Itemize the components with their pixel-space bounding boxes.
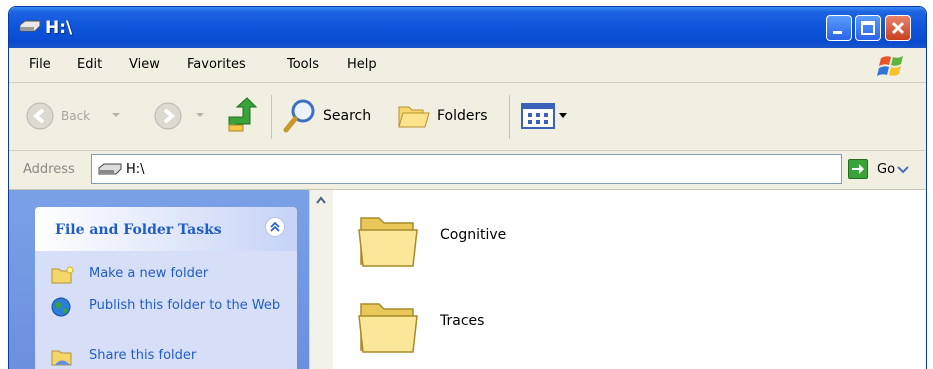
menu-tools[interactable]: Tools bbox=[287, 57, 319, 72]
drive-icon bbox=[19, 20, 41, 32]
address-dropdown-icon[interactable] bbox=[895, 162, 911, 178]
menu-help[interactable]: Help bbox=[347, 57, 377, 72]
task-label: Make a new folder bbox=[89, 266, 209, 281]
toolbar-separator bbox=[271, 95, 272, 139]
forward-arrow-icon[interactable] bbox=[153, 101, 183, 131]
close-button[interactable] bbox=[885, 15, 911, 41]
drive-icon bbox=[98, 163, 122, 175]
folder-name[interactable]: Traces bbox=[440, 313, 484, 329]
globe-icon bbox=[51, 297, 71, 317]
address-bar: Address H:\ Go bbox=[9, 151, 926, 190]
maximize-icon bbox=[861, 21, 875, 35]
views-dropdown-icon[interactable] bbox=[559, 113, 567, 119]
menu-bar: File Edit View Favorites Tools Help bbox=[9, 48, 926, 83]
task-label: Publish this folder to the Web bbox=[89, 298, 281, 313]
forward-dropdown-icon[interactable] bbox=[195, 111, 205, 119]
views-icon[interactable] bbox=[521, 103, 555, 129]
folder-name[interactable]: Cognitive bbox=[440, 227, 506, 243]
explorer-window: H:\ File Edit View Favorites Tools Help … bbox=[8, 6, 927, 369]
menu-edit[interactable]: Edit bbox=[77, 57, 102, 72]
collapse-button[interactable] bbox=[265, 217, 285, 237]
folder-item-cognitive[interactable] bbox=[357, 208, 421, 270]
minimize-icon bbox=[833, 31, 842, 34]
folders-button-label[interactable]: Folders bbox=[437, 108, 488, 124]
panel-header[interactable]: File and Folder Tasks bbox=[35, 207, 297, 251]
menu-view[interactable]: View bbox=[129, 57, 160, 72]
task-label: Share this folder bbox=[89, 348, 197, 363]
panel-title: File and Folder Tasks bbox=[55, 222, 222, 238]
menu-file[interactable]: File bbox=[29, 57, 51, 72]
close-icon bbox=[891, 21, 905, 35]
folder-item-traces[interactable] bbox=[357, 294, 421, 356]
title-bar[interactable]: H:\ bbox=[9, 7, 926, 48]
folders-icon[interactable] bbox=[397, 101, 431, 131]
share-folder-icon bbox=[51, 350, 72, 366]
address-label: Address bbox=[23, 162, 75, 177]
task-pane: File and Folder Tasks Make a new folder bbox=[9, 190, 309, 369]
toolbar-separator bbox=[509, 95, 510, 139]
back-dropdown-icon[interactable] bbox=[111, 111, 121, 119]
folder-contents: Cognitive Traces bbox=[333, 190, 926, 369]
scroll-up-icon[interactable] bbox=[313, 194, 329, 206]
maximize-button[interactable] bbox=[855, 15, 881, 41]
window-title: H:\ bbox=[45, 18, 73, 38]
minimize-button[interactable] bbox=[826, 15, 852, 41]
up-folder-icon[interactable] bbox=[225, 97, 257, 133]
search-button-label[interactable]: Search bbox=[323, 108, 371, 124]
back-button-label[interactable]: Back bbox=[61, 109, 90, 123]
go-button[interactable] bbox=[848, 159, 868, 179]
go-arrow-icon bbox=[852, 164, 864, 174]
new-folder-icon bbox=[51, 266, 74, 284]
folder-icon bbox=[358, 217, 418, 267]
back-arrow-icon[interactable] bbox=[25, 101, 55, 131]
search-icon[interactable] bbox=[283, 98, 317, 134]
chevron-up-icon bbox=[270, 221, 280, 232]
menu-favorites[interactable]: Favorites bbox=[187, 57, 246, 72]
toolbar: Back Search Folders bbox=[9, 83, 926, 151]
folder-icon bbox=[358, 303, 418, 353]
file-folder-tasks-panel: File and Folder Tasks Make a new folder bbox=[35, 207, 297, 369]
address-input[interactable]: H:\ bbox=[91, 154, 909, 184]
address-value: H:\ bbox=[126, 162, 145, 177]
go-label[interactable]: Go bbox=[877, 162, 895, 177]
vertical-scrollbar[interactable] bbox=[309, 190, 334, 369]
windows-logo-icon bbox=[875, 52, 911, 80]
